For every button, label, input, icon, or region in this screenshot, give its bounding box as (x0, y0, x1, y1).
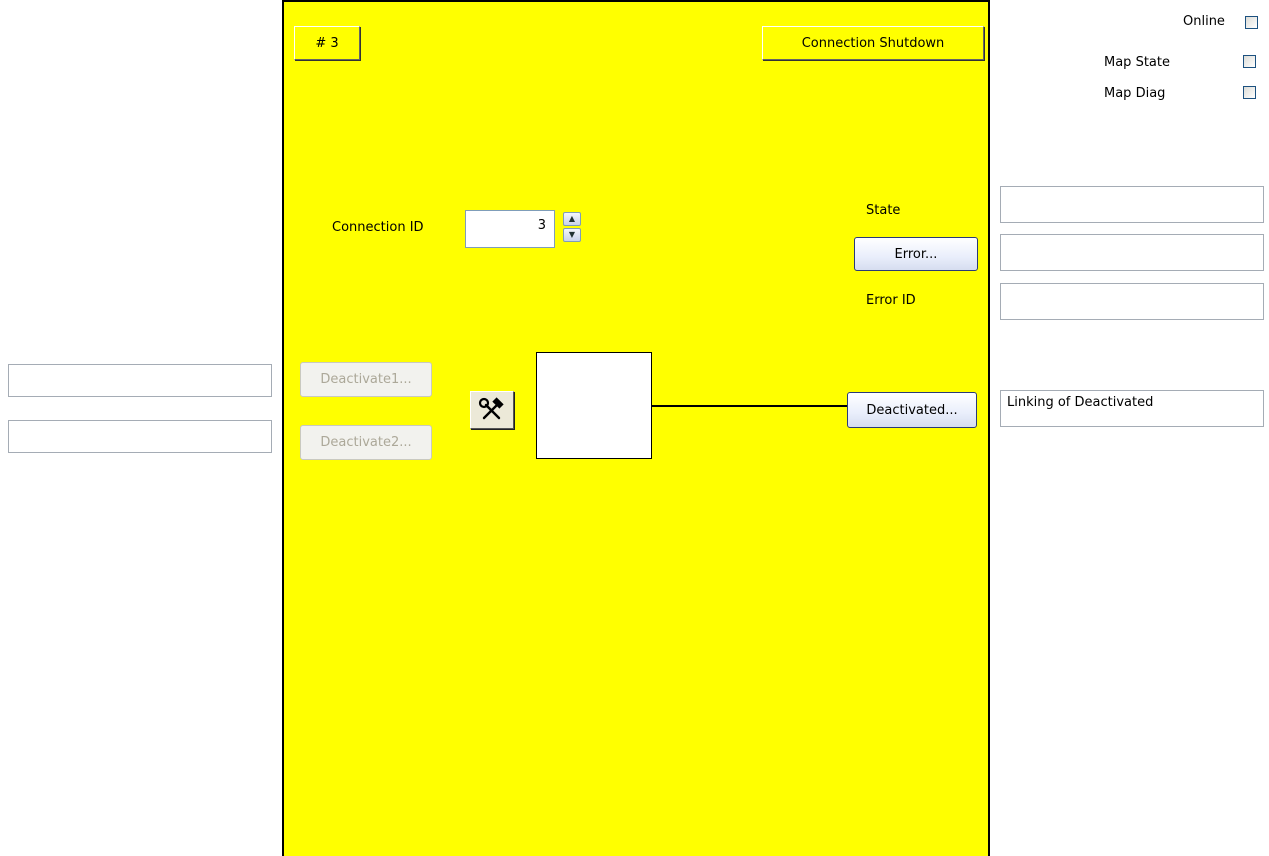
left-field-2[interactable] (8, 420, 272, 453)
error-id-field[interactable] (1000, 283, 1264, 320)
state-label: State (866, 203, 901, 218)
map-state-label: Map State (1104, 55, 1170, 70)
hammer-wrench-icon (478, 397, 504, 420)
online-checkbox[interactable] (1245, 16, 1258, 29)
connection-shutdown-button[interactable]: Connection Shutdown (762, 26, 984, 60)
connection-id-spinner[interactable]: ▲ ▼ (563, 212, 583, 245)
map-diag-label: Map Diag (1104, 86, 1166, 101)
error-field[interactable] (1000, 234, 1264, 271)
error-id-label: Error ID (866, 293, 916, 308)
deactivated-button[interactable]: Deactivated... (847, 392, 977, 428)
connection-id-label: Connection ID (332, 220, 424, 235)
link-line (652, 405, 848, 407)
connection-panel: # 3 Connection Shutdown Connection ID 3 … (282, 0, 990, 856)
linking-deactivated-field[interactable]: Linking of Deactivated (1000, 390, 1264, 427)
logic-block (536, 352, 652, 459)
left-field-1[interactable] (8, 364, 272, 397)
map-diag-checkbox[interactable] (1243, 86, 1256, 99)
error-button[interactable]: Error... (854, 237, 978, 271)
state-field[interactable] (1000, 186, 1264, 223)
deactivate1-button[interactable]: Deactivate1... (300, 362, 432, 397)
index-button[interactable]: # 3 (294, 26, 360, 60)
connection-id-input[interactable]: 3 (465, 210, 555, 248)
map-state-checkbox[interactable] (1243, 55, 1256, 68)
deactivate2-button[interactable]: Deactivate2... (300, 425, 432, 460)
tool-button[interactable] (470, 391, 514, 429)
online-label: Online (1183, 14, 1225, 29)
spin-up-icon[interactable]: ▲ (563, 212, 581, 226)
spin-down-icon[interactable]: ▼ (563, 228, 581, 242)
